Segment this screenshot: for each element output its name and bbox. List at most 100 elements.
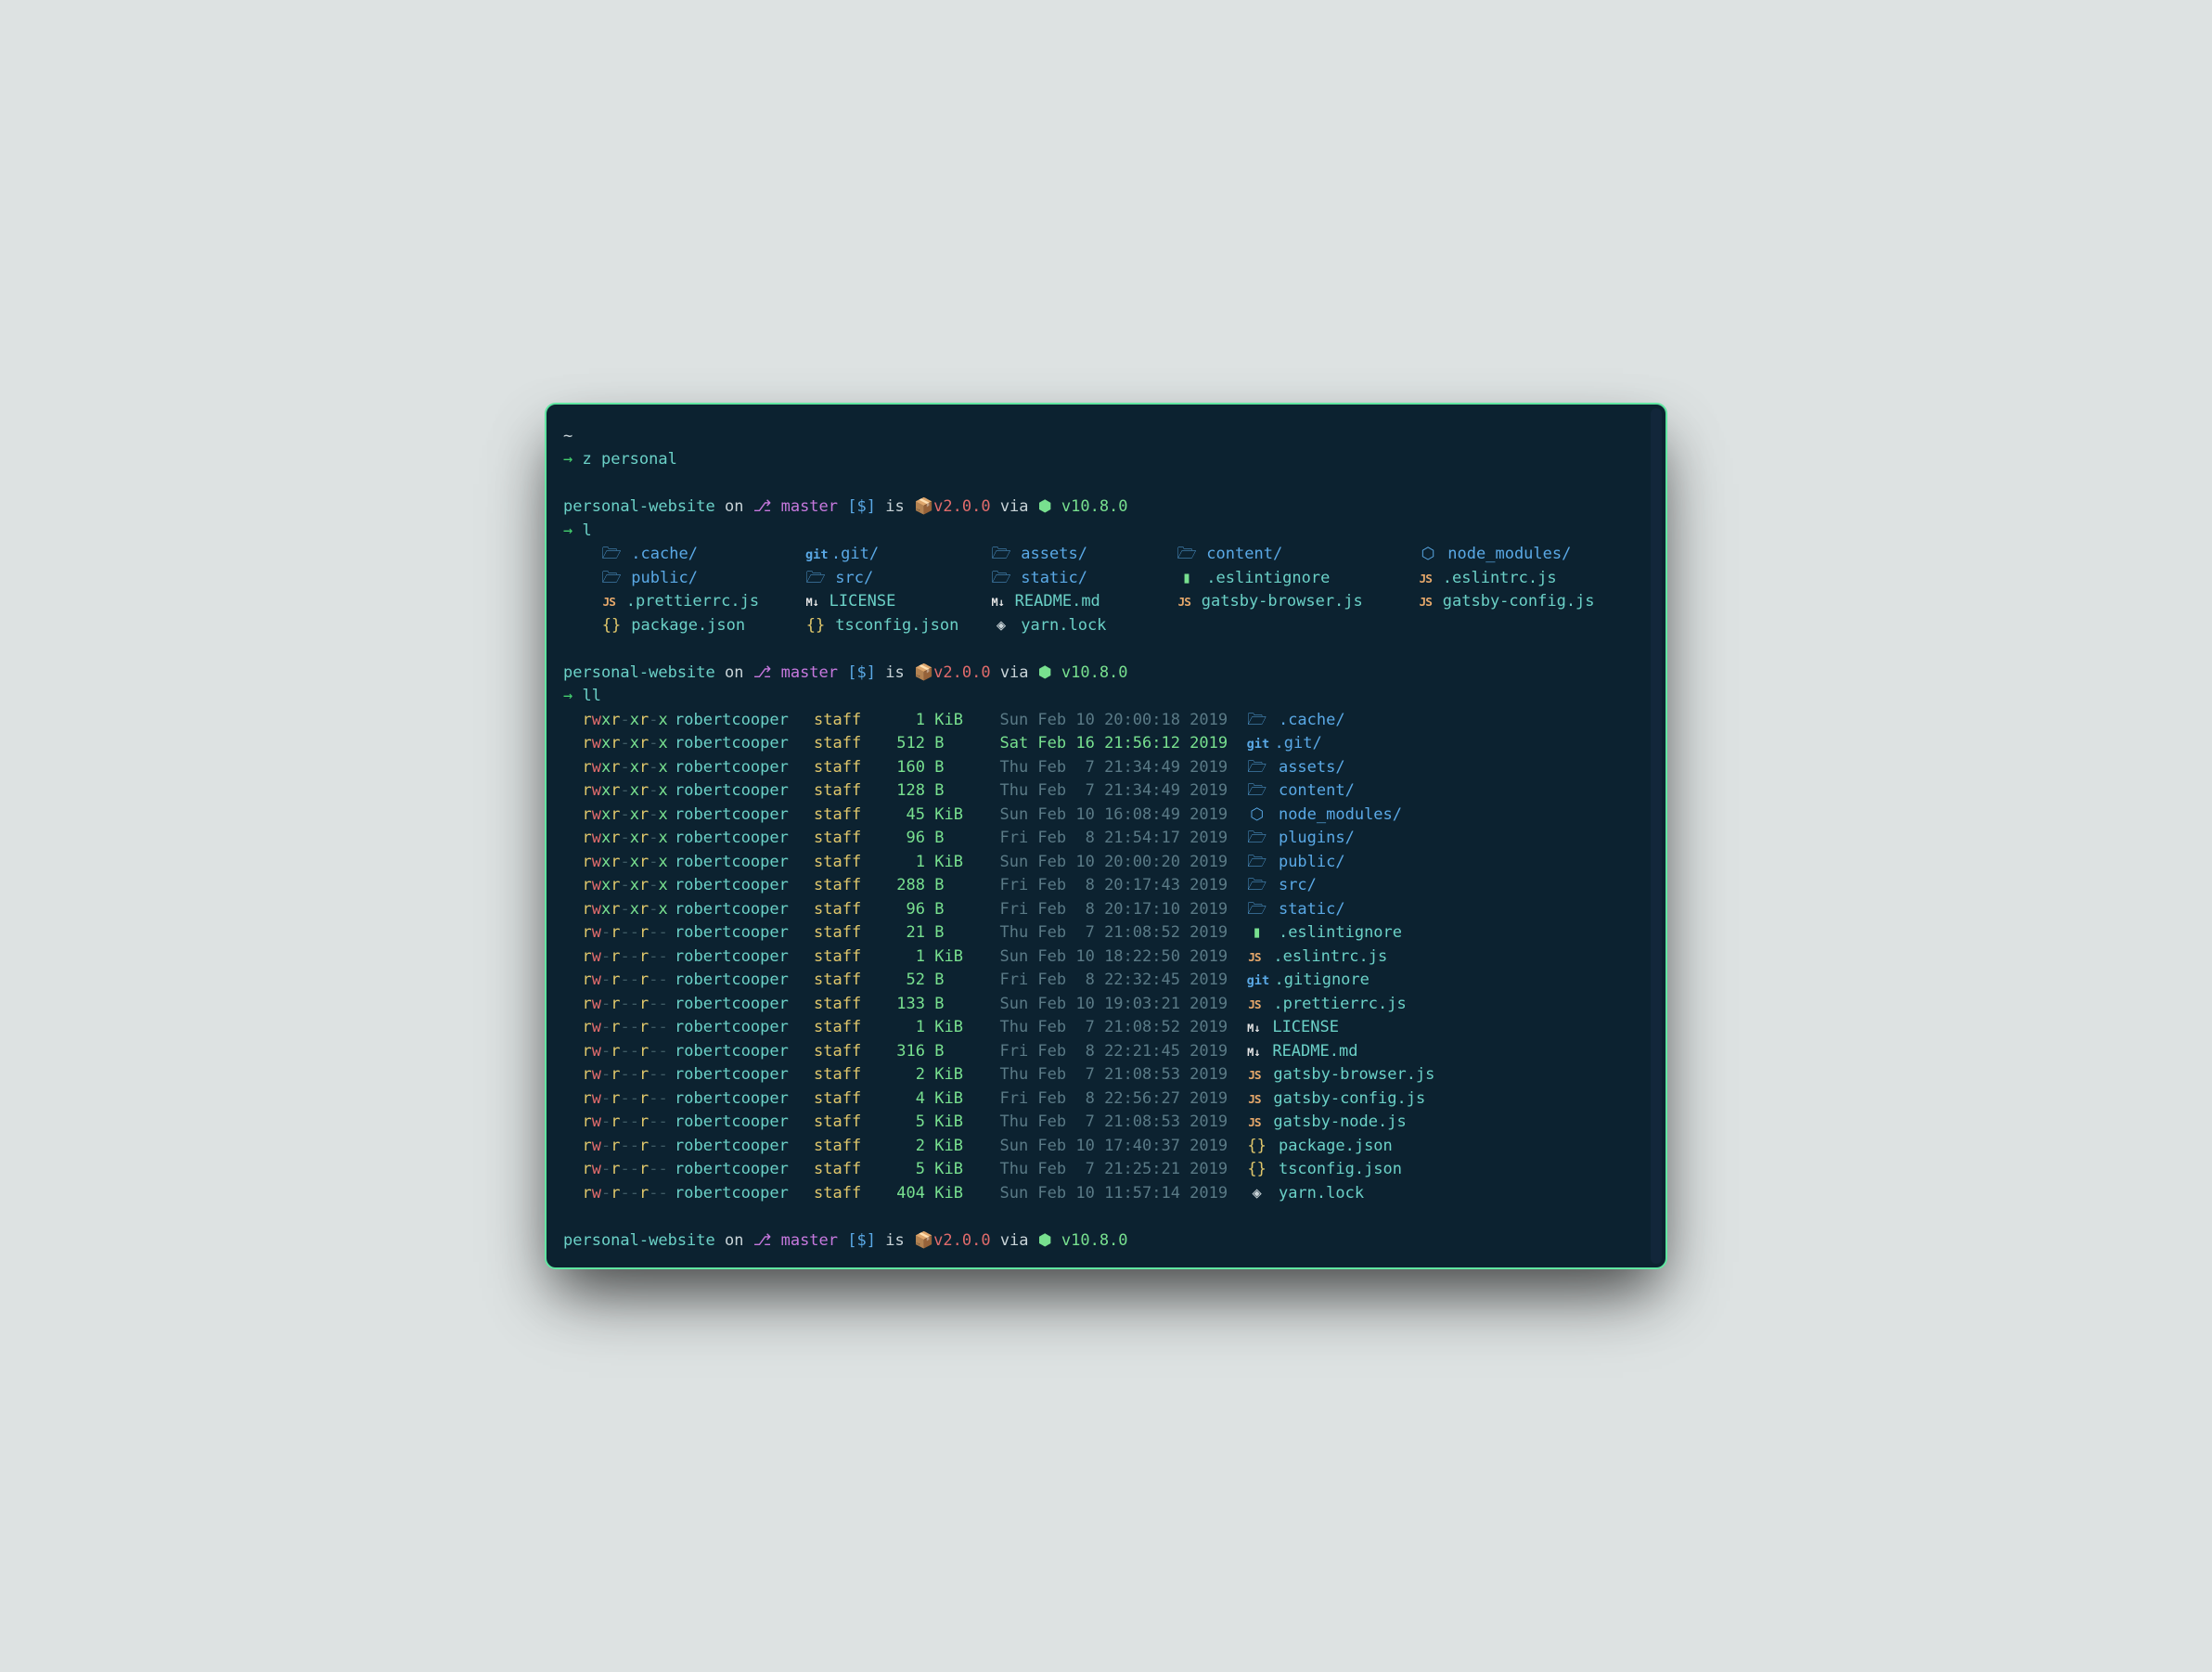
date: Fri Feb 8 22:32:45 2019 — [981, 969, 1247, 993]
permissions: rwxr-xr-x — [563, 851, 675, 875]
file-entry: M↓ README.md — [1247, 1040, 1435, 1064]
date: Sun Feb 10 20:00:20 2019 — [981, 851, 1247, 875]
file-entry: 🗁 content/ — [1247, 779, 1435, 804]
size: 5 KiB — [888, 1111, 981, 1135]
ls-item: JS .prettierrc.js — [601, 590, 805, 614]
size: 1 KiB — [888, 851, 981, 875]
terminal-content[interactable]: ~ → z personal personal-website on ⎇ mas… — [558, 408, 1662, 1265]
ll-row: rw-r--r--robertcooperstaff21 B Thu Feb 7… — [563, 921, 1434, 945]
ls-item: 🗁 public/ — [601, 567, 805, 591]
owner: robertcooper — [675, 1111, 814, 1135]
owner: robertcooper — [675, 851, 814, 875]
file-name: .prettierrc.js — [1273, 995, 1406, 1013]
size: 160 B — [888, 756, 981, 780]
ls-item: git .git/ — [805, 543, 991, 567]
group: staff — [814, 993, 888, 1017]
group: staff — [814, 874, 888, 898]
file-name: gatsby-node.js — [1273, 1113, 1406, 1131]
owner: robertcooper — [675, 1040, 814, 1064]
folder-icon: 🗁 — [1247, 874, 1267, 898]
owner: robertcooper — [675, 779, 814, 804]
owner: robertcooper — [675, 921, 814, 945]
js-icon: JS — [1418, 571, 1434, 588]
group: staff — [814, 804, 888, 828]
file-name: .eslintrc.js — [1273, 947, 1387, 966]
file-name: .cache/ — [1279, 711, 1345, 729]
owner: robertcooper — [675, 1135, 814, 1159]
file-entry: 🗁 static/ — [1247, 898, 1435, 922]
permissions: rwxr-xr-x — [563, 898, 675, 922]
ll-row: rwxr-xr-xrobertcooperstaff45 KiB Sun Feb… — [563, 804, 1434, 828]
date: Sat Feb 16 21:56:12 2019 — [981, 732, 1247, 756]
size: 512 B — [888, 732, 981, 756]
git-icon: git — [1247, 971, 1264, 990]
js-icon: JS — [601, 594, 617, 611]
file-name: package.json — [1279, 1137, 1393, 1155]
markdown-icon: M↓ — [1247, 1045, 1261, 1061]
owner: robertcooper — [675, 709, 814, 733]
group: staff — [814, 1182, 888, 1206]
file-entry: JS .eslintrc.js — [1247, 945, 1435, 970]
file-name: tsconfig.json — [1279, 1160, 1402, 1178]
blank-line — [563, 637, 1653, 662]
ll-row: rw-r--r--robertcooperstaff5 KiB Thu Feb … — [563, 1111, 1434, 1135]
markdown-icon: M↓ — [1247, 1021, 1261, 1037]
file-name: node_modules/ — [1447, 545, 1571, 563]
file-entry: ▮ .eslintignore — [1247, 921, 1435, 945]
date: Thu Feb 7 21:08:53 2019 — [981, 1111, 1247, 1135]
date: Sun Feb 10 11:57:14 2019 — [981, 1182, 1247, 1206]
markdown-icon: M↓ — [991, 595, 1005, 611]
file-name: .eslintrc.js — [1443, 569, 1557, 587]
date: Fri Feb 8 20:17:10 2019 — [981, 898, 1247, 922]
permissions: rw-r--r-- — [563, 1087, 675, 1112]
size: 52 B — [888, 969, 981, 993]
group: staff — [814, 851, 888, 875]
owner: robertcooper — [675, 1087, 814, 1112]
permissions: rw-r--r-- — [563, 1182, 675, 1206]
ls-item: {} tsconfig.json — [805, 614, 991, 638]
terminal-window[interactable]: ~ → z personal personal-website on ⎇ mas… — [545, 403, 1667, 1270]
date: Fri Feb 8 21:54:17 2019 — [981, 827, 1247, 851]
command-input: ll — [583, 687, 601, 705]
permissions: rw-r--r-- — [563, 1111, 675, 1135]
ls-item: 🗁 content/ — [1177, 543, 1418, 567]
size: 1 KiB — [888, 945, 981, 970]
package-icon: 📦 — [914, 1231, 933, 1250]
file-name: public/ — [1279, 853, 1345, 871]
folder-icon: 🗁 — [1247, 756, 1267, 780]
folder-icon: 🗁 — [1247, 851, 1267, 875]
size: 4 KiB — [888, 1087, 981, 1112]
group: staff — [814, 756, 888, 780]
file-name: package.json — [631, 616, 745, 635]
size: 2 KiB — [888, 1135, 981, 1159]
owner: robertcooper — [675, 756, 814, 780]
git-icon: git — [805, 546, 822, 564]
lock-icon: ◈ — [1247, 1182, 1267, 1206]
file-entry: git .git/ — [1247, 732, 1435, 756]
owner: robertcooper — [675, 1063, 814, 1087]
permissions: rw-r--r-- — [563, 921, 675, 945]
ls-item: ▮ .eslintignore — [1177, 567, 1418, 591]
ll-row: rw-r--r--robertcooperstaff52 B Fri Feb 8… — [563, 969, 1434, 993]
ls-item: 🗁 src/ — [805, 567, 991, 591]
prompt-l-cmd: → l — [563, 520, 1653, 544]
ll-output-table: rwxr-xr-xrobertcooperstaff1 KiB Sun Feb … — [563, 709, 1434, 1206]
group: staff — [814, 1016, 888, 1040]
owner: robertcooper — [675, 1158, 814, 1182]
date: Sun Feb 10 16:08:49 2019 — [981, 804, 1247, 828]
permissions: rwxr-xr-x — [563, 709, 675, 733]
permissions: rw-r--r-- — [563, 993, 675, 1017]
folder-icon: 🗁 — [991, 567, 1011, 591]
git-icon: git — [1247, 735, 1264, 753]
file-name: content/ — [1206, 545, 1282, 563]
group: staff — [814, 732, 888, 756]
file-name: tsconfig.json — [835, 616, 958, 635]
date: Sun Feb 10 19:03:21 2019 — [981, 993, 1247, 1017]
owner: robertcooper — [675, 993, 814, 1017]
date: Fri Feb 8 22:56:27 2019 — [981, 1087, 1247, 1112]
permissions: rw-r--r-- — [563, 1016, 675, 1040]
size: 45 KiB — [888, 804, 981, 828]
ll-row: rw-r--r--robertcooperstaff2 KiB Sun Feb … — [563, 1135, 1434, 1159]
file-entry: {} package.json — [1247, 1135, 1435, 1159]
prompt-status-2: personal-website on ⎇ master [$] is 📦v2.… — [563, 662, 1653, 686]
